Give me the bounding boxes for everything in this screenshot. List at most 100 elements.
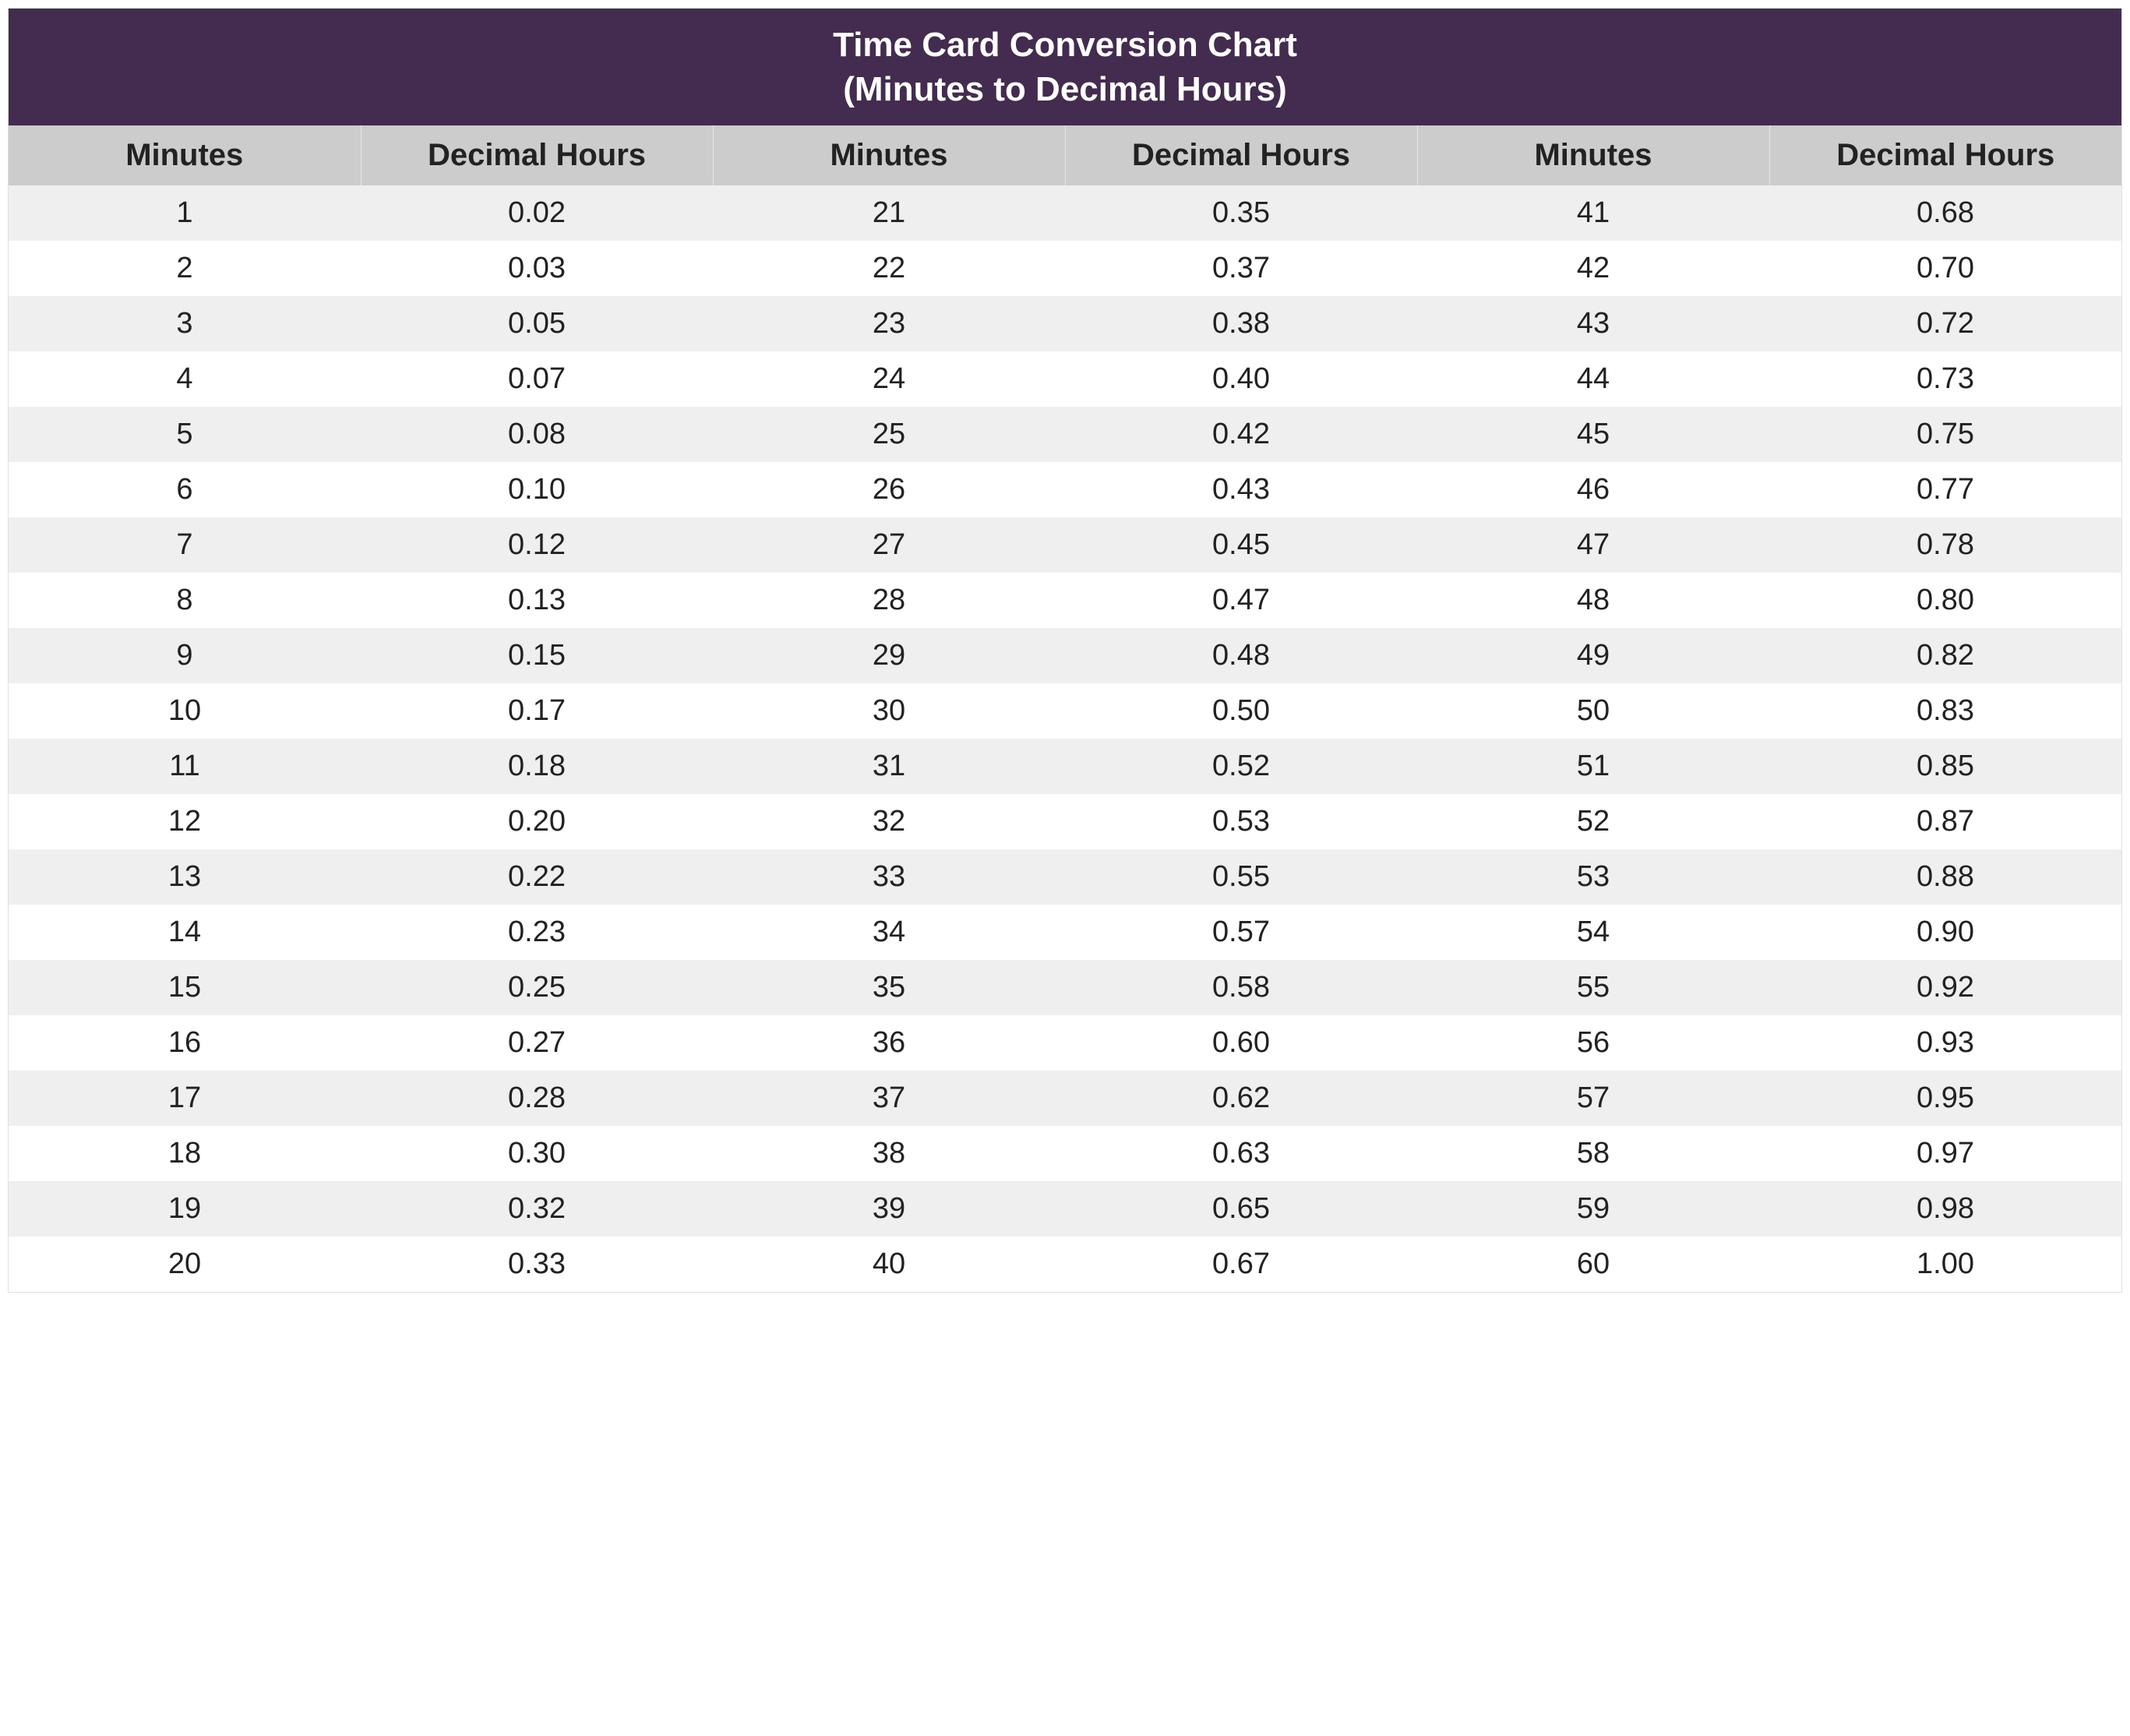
table-row: 80.13280.47480.80: [9, 573, 2121, 628]
cell-decimal: 0.45: [1065, 517, 1417, 573]
cell-minutes: 54: [1417, 905, 1769, 960]
cell-minutes: 17: [9, 1071, 361, 1126]
cell-decimal: 0.35: [1065, 185, 1417, 241]
table-row: 190.32390.65590.98: [9, 1181, 2121, 1237]
cell-decimal: 1.00: [1769, 1237, 2121, 1292]
cell-minutes: 41: [1417, 185, 1769, 241]
cell-minutes: 1: [9, 185, 361, 241]
col-header-minutes-1: Minutes: [9, 125, 361, 185]
cell-minutes: 44: [1417, 351, 1769, 407]
table-title: Time Card Conversion Chart (Minutes to D…: [9, 9, 2121, 125]
table-row: 60.10260.43460.77: [9, 462, 2121, 517]
cell-minutes: 15: [9, 960, 361, 1015]
cell-minutes: 4: [9, 351, 361, 407]
cell-minutes: 19: [9, 1181, 361, 1237]
cell-minutes: 2: [9, 241, 361, 296]
cell-minutes: 43: [1417, 296, 1769, 351]
cell-decimal: 0.92: [1769, 960, 2121, 1015]
header-row: Minutes Decimal Hours Minutes Decimal Ho…: [9, 125, 2121, 185]
col-header-minutes-3: Minutes: [1417, 125, 1769, 185]
cell-decimal: 0.55: [1065, 849, 1417, 905]
cell-decimal: 0.72: [1769, 296, 2121, 351]
cell-decimal: 0.03: [361, 241, 713, 296]
cell-decimal: 0.87: [1769, 794, 2121, 849]
cell-decimal: 0.77: [1769, 462, 2121, 517]
cell-minutes: 14: [9, 905, 361, 960]
table-row: 200.33400.67601.00: [9, 1237, 2121, 1292]
cell-decimal: 0.78: [1769, 517, 2121, 573]
cell-decimal: 0.20: [361, 794, 713, 849]
cell-minutes: 11: [9, 739, 361, 794]
cell-minutes: 48: [1417, 573, 1769, 628]
table-row: 150.25350.58550.92: [9, 960, 2121, 1015]
cell-decimal: 0.63: [1065, 1126, 1417, 1181]
cell-decimal: 0.32: [361, 1181, 713, 1237]
cell-decimal: 0.70: [1769, 241, 2121, 296]
cell-decimal: 0.15: [361, 628, 713, 683]
cell-minutes: 47: [1417, 517, 1769, 573]
table-row: 140.23340.57540.90: [9, 905, 2121, 960]
cell-minutes: 6: [9, 462, 361, 517]
cell-decimal: 0.88: [1769, 849, 2121, 905]
cell-minutes: 39: [713, 1181, 1065, 1237]
col-header-minutes-2: Minutes: [713, 125, 1065, 185]
cell-minutes: 8: [9, 573, 361, 628]
cell-decimal: 0.85: [1769, 739, 2121, 794]
cell-decimal: 0.82: [1769, 628, 2121, 683]
cell-minutes: 33: [713, 849, 1065, 905]
cell-minutes: 26: [713, 462, 1065, 517]
cell-minutes: 32: [713, 794, 1065, 849]
cell-minutes: 28: [713, 573, 1065, 628]
cell-minutes: 45: [1417, 407, 1769, 462]
cell-decimal: 0.75: [1769, 407, 2121, 462]
table-row: 70.12270.45470.78: [9, 517, 2121, 573]
table-row: 90.15290.48490.82: [9, 628, 2121, 683]
cell-decimal: 0.90: [1769, 905, 2121, 960]
table-body: 10.02210.35410.6820.03220.37420.7030.052…: [9, 185, 2121, 1292]
cell-decimal: 0.62: [1065, 1071, 1417, 1126]
cell-minutes: 57: [1417, 1071, 1769, 1126]
cell-decimal: 0.58: [1065, 960, 1417, 1015]
cell-minutes: 51: [1417, 739, 1769, 794]
cell-decimal: 0.48: [1065, 628, 1417, 683]
table-row: 50.08250.42450.75: [9, 407, 2121, 462]
cell-decimal: 0.95: [1769, 1071, 2121, 1126]
cell-decimal: 0.80: [1769, 573, 2121, 628]
cell-minutes: 40: [713, 1237, 1065, 1292]
cell-decimal: 0.65: [1065, 1181, 1417, 1237]
cell-decimal: 0.13: [361, 573, 713, 628]
table-row: 160.27360.60560.93: [9, 1015, 2121, 1071]
cell-decimal: 0.07: [361, 351, 713, 407]
cell-minutes: 37: [713, 1071, 1065, 1126]
cell-decimal: 0.50: [1065, 683, 1417, 739]
cell-decimal: 0.25: [361, 960, 713, 1015]
conversion-table: Minutes Decimal Hours Minutes Decimal Ho…: [9, 125, 2121, 1292]
cell-decimal: 0.43: [1065, 462, 1417, 517]
cell-minutes: 23: [713, 296, 1065, 351]
cell-minutes: 27: [713, 517, 1065, 573]
cell-minutes: 20: [9, 1237, 361, 1292]
cell-decimal: 0.02: [361, 185, 713, 241]
cell-minutes: 53: [1417, 849, 1769, 905]
cell-decimal: 0.47: [1065, 573, 1417, 628]
cell-decimal: 0.38: [1065, 296, 1417, 351]
cell-minutes: 21: [713, 185, 1065, 241]
col-header-decimal-1: Decimal Hours: [361, 125, 713, 185]
cell-decimal: 0.97: [1769, 1126, 2121, 1181]
cell-decimal: 0.17: [361, 683, 713, 739]
cell-minutes: 36: [713, 1015, 1065, 1071]
col-header-decimal-2: Decimal Hours: [1065, 125, 1417, 185]
cell-minutes: 52: [1417, 794, 1769, 849]
cell-minutes: 24: [713, 351, 1065, 407]
table-row: 110.18310.52510.85: [9, 739, 2121, 794]
title-line-2: (Minutes to Decimal Hours): [843, 70, 1287, 108]
cell-minutes: 16: [9, 1015, 361, 1071]
cell-minutes: 25: [713, 407, 1065, 462]
cell-decimal: 0.73: [1769, 351, 2121, 407]
col-header-decimal-3: Decimal Hours: [1769, 125, 2121, 185]
cell-decimal: 0.08: [361, 407, 713, 462]
cell-decimal: 0.53: [1065, 794, 1417, 849]
cell-minutes: 58: [1417, 1126, 1769, 1181]
table-row: 130.22330.55530.88: [9, 849, 2121, 905]
cell-minutes: 49: [1417, 628, 1769, 683]
